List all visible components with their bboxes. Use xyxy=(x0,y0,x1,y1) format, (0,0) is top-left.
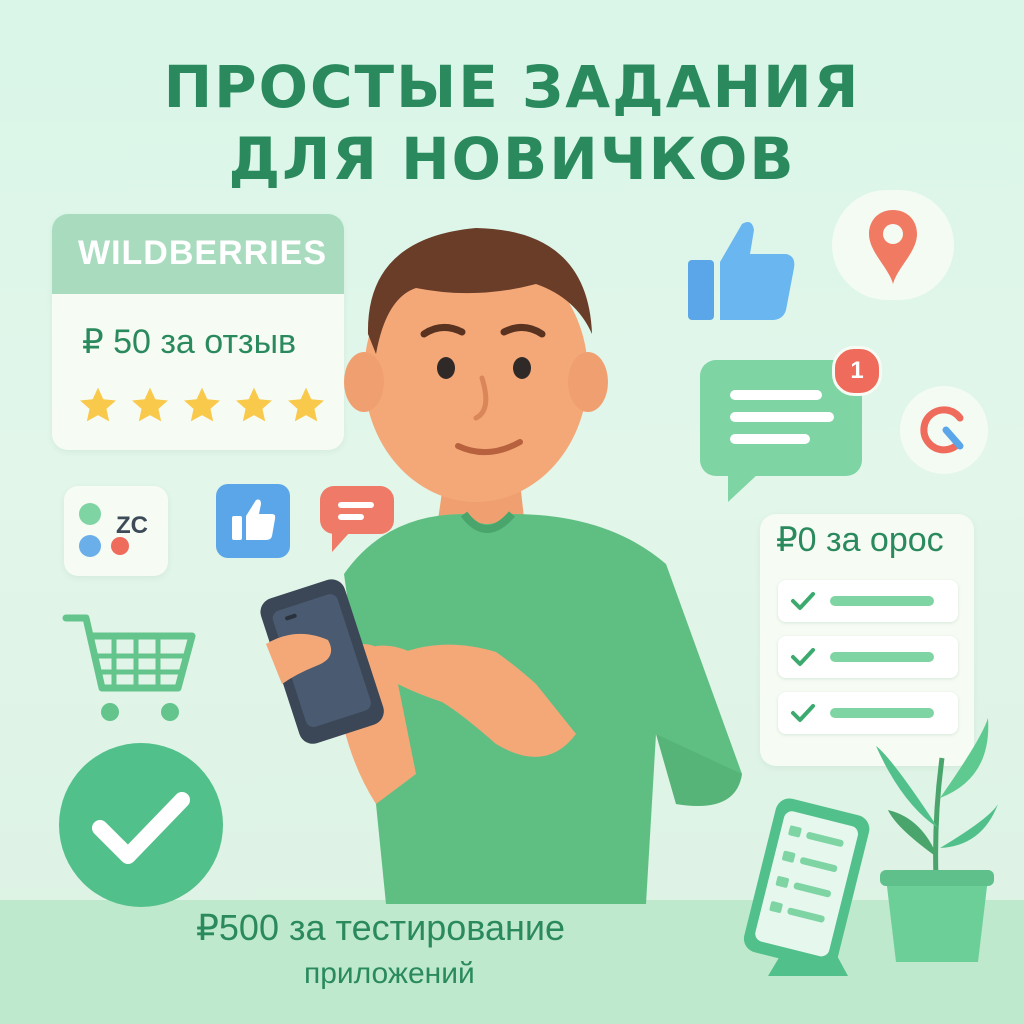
logo-text: ZC xyxy=(116,512,148,539)
survey-price: ₽0 за орос xyxy=(776,521,944,559)
google-circle xyxy=(900,386,988,474)
survey-row xyxy=(778,580,958,622)
survey-row xyxy=(778,636,958,678)
tablet-icon xyxy=(743,798,870,976)
testing-caption: приложений xyxy=(304,957,475,990)
check-icon xyxy=(791,592,815,610)
person-illustration xyxy=(260,228,742,904)
logo-tile: ZC xyxy=(64,486,168,576)
check-icon xyxy=(791,648,815,666)
plant-icon xyxy=(876,718,998,962)
survey-row-bar xyxy=(830,596,934,606)
testing-price: ₽500 за тестирование xyxy=(196,907,565,948)
map-pin-circle xyxy=(832,190,954,300)
notification-count: 1 xyxy=(850,357,864,384)
title-line-2: ДЛЯ НОВИЧКОВ xyxy=(228,125,796,193)
promo-canvas: ПРОСТЫЕ ЗАДАНИЯ ДЛЯ НОВИЧКОВ WILDBERRIES… xyxy=(0,0,1024,1024)
notification-badge: 1 xyxy=(832,346,882,396)
check-icon xyxy=(791,704,815,722)
checkmark-circle-icon xyxy=(59,743,223,907)
shopping-cart-icon xyxy=(62,614,196,721)
google-icon xyxy=(920,406,964,454)
bottom-caption: ₽500 за тестирование приложений xyxy=(196,905,676,997)
survey-row-bar xyxy=(830,708,934,718)
star-icon xyxy=(184,387,220,422)
star-icon xyxy=(80,387,116,422)
survey-row-bar xyxy=(830,652,934,662)
title-line-1: ПРОСТЫЕ ЗАДАНИЯ xyxy=(163,53,861,121)
star-icon xyxy=(132,387,168,422)
map-pin-icon xyxy=(869,210,917,284)
